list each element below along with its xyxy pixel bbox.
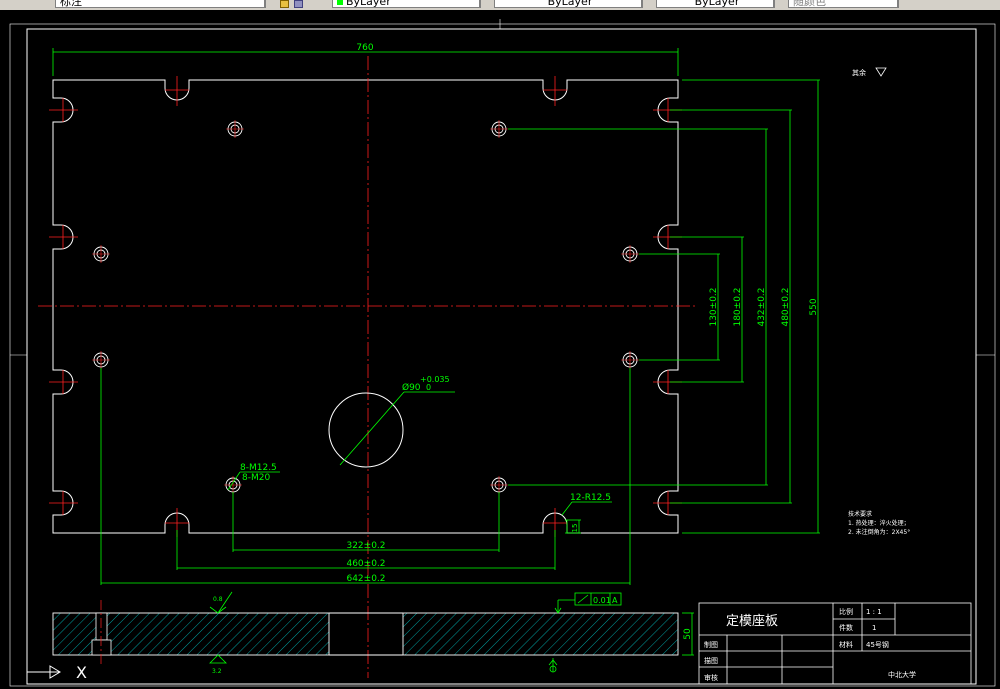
- dimension-lines: [52, 48, 820, 585]
- dim-thread-2: 8-M20: [242, 473, 270, 483]
- dim-thread-1: 8-M12.5: [240, 463, 277, 473]
- dim-180: 180±0.2: [733, 287, 743, 326]
- tech-req-line1: 1. 热处理：淬火处理；: [848, 519, 910, 527]
- text-style-value: 标注: [60, 0, 82, 8]
- scale-label: 比例: [839, 607, 853, 616]
- center-lines: [38, 56, 698, 678]
- dim-130: 130±0.2: [709, 287, 719, 326]
- traced-label: 描图: [704, 656, 718, 665]
- scale-value: 1 : 1: [866, 608, 882, 616]
- roughness-symbol-icon: [875, 67, 887, 77]
- part-name: 定模座板: [726, 614, 778, 629]
- color-swatch: [337, 0, 343, 5]
- dim-460: 460±0.2: [346, 559, 385, 569]
- color-dropdown-arrow[interactable]: [480, 0, 490, 8]
- dim-bore-tol-lower: 0: [426, 383, 431, 392]
- layer-previous-icon[interactable]: [294, 0, 303, 8]
- roughness-note: 其余: [852, 68, 866, 77]
- slot-center-marks: [49, 76, 682, 537]
- checked-label: 审核: [704, 673, 718, 682]
- sheet-frame: [9, 19, 996, 687]
- dim-322: 322±0.2: [346, 541, 385, 551]
- plate-outline: [52, 79, 679, 534]
- linetype-dropdown-arrow[interactable]: [642, 0, 652, 8]
- central-bore: [328, 392, 404, 468]
- qty-label: 件数: [839, 623, 853, 632]
- dim-bore-diameter: Ø90: [402, 382, 421, 393]
- datum-label: A: [612, 596, 618, 605]
- drawn-label: 制图: [704, 640, 718, 649]
- flatness-value: 0.01: [593, 596, 611, 605]
- material-value: 45号钢: [866, 640, 889, 649]
- drawing-canvas[interactable]: 760 130±0.2 180±0.2 432±0.2 480±0.2 550 …: [0, 10, 1000, 689]
- dim-480: 480±0.2: [781, 287, 791, 326]
- plot-style-dropdown-arrow[interactable]: [898, 0, 908, 8]
- plot-style-control[interactable]: 随颜色: [788, 0, 898, 8]
- dim-overall-height: 550: [809, 298, 819, 315]
- material-label: 材料: [839, 640, 853, 649]
- lineweight-dropdown-arrow[interactable]: [774, 0, 784, 8]
- color-control[interactable]: ByLayer: [332, 0, 480, 8]
- roughness-value-b: 3.2: [212, 668, 222, 675]
- school-name: 中北大学: [888, 670, 916, 679]
- plot-style-value: 随颜色: [793, 0, 826, 8]
- tech-req-title: 技术要求: [848, 510, 872, 518]
- dim-bore-tol-upper: +0.035: [420, 375, 450, 384]
- lineweight-value: ByLayer: [694, 0, 740, 8]
- dim-432: 432±0.2: [757, 287, 767, 326]
- roughness-value-a: 0.8: [213, 596, 223, 603]
- threaded-holes: [92, 120, 639, 494]
- layer-manager-icon[interactable]: [280, 0, 289, 8]
- qty-value: 1: [872, 624, 876, 632]
- dim-overall-width: 760: [356, 43, 373, 53]
- text-style-dropdown-arrow[interactable]: [265, 0, 275, 8]
- color-value: ByLayer: [346, 0, 391, 8]
- text-style-select[interactable]: 标注: [55, 0, 265, 8]
- properties-toolbar: 标注 ByLayer ByLayer ByLayer 随颜色: [0, 0, 1000, 10]
- ucs-x-label: X: [76, 663, 87, 682]
- linetype-control[interactable]: ByLayer: [494, 0, 642, 8]
- dim-thickness: 50: [683, 628, 693, 640]
- ucs-icon: X: [27, 663, 87, 682]
- dim-642: 642±0.2: [346, 574, 385, 584]
- tech-req-line2: 2. 未注倒角为：2X45°: [848, 528, 910, 536]
- lineweight-control[interactable]: ByLayer: [656, 0, 774, 8]
- dim-slot-depth: 15: [571, 524, 579, 533]
- dim-slot-radius: 12-R12.5: [570, 493, 611, 503]
- linetype-value: ByLayer: [547, 0, 593, 8]
